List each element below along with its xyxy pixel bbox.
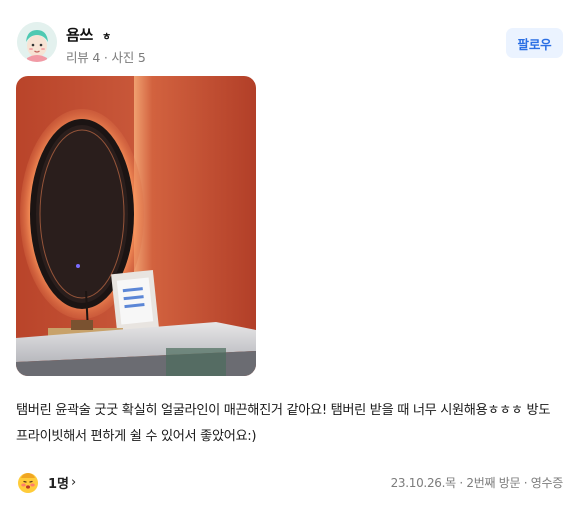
- reaction-count: 1명: [48, 476, 70, 492]
- user-name[interactable]: 욤쓰 ㅎ: [66, 24, 111, 45]
- blush-face-icon: [17, 471, 39, 493]
- user-name-text: 욤쓰: [66, 26, 94, 44]
- review-header: 욤쓰 ㅎ 리뷰 4 · 사진 5 팔로우: [17, 22, 563, 65]
- review-footer: 1명 › 23.10.26.목 · 2번째 방문 · 영수증: [17, 470, 563, 494]
- face-avatar-icon[interactable]: [17, 22, 57, 62]
- review-photo[interactable]: [16, 76, 256, 376]
- review-text: 탬버린 윤곽술 굿굿 확실히 얼굴라인이 매끈해진거 같아요! 탬버린 받을 때…: [16, 403, 551, 444]
- follow-button[interactable]: 팔로우: [506, 28, 563, 58]
- chevron-right-icon: ›: [71, 474, 77, 490]
- user-name-suffix: ㅎ: [101, 32, 111, 43]
- reaction-button[interactable]: 1명 ›: [17, 470, 76, 494]
- visit-info: 23.10.26.목 · 2번째 방문 · 영수증: [390, 476, 564, 490]
- user-meta: 리뷰 4 · 사진 5: [66, 50, 146, 65]
